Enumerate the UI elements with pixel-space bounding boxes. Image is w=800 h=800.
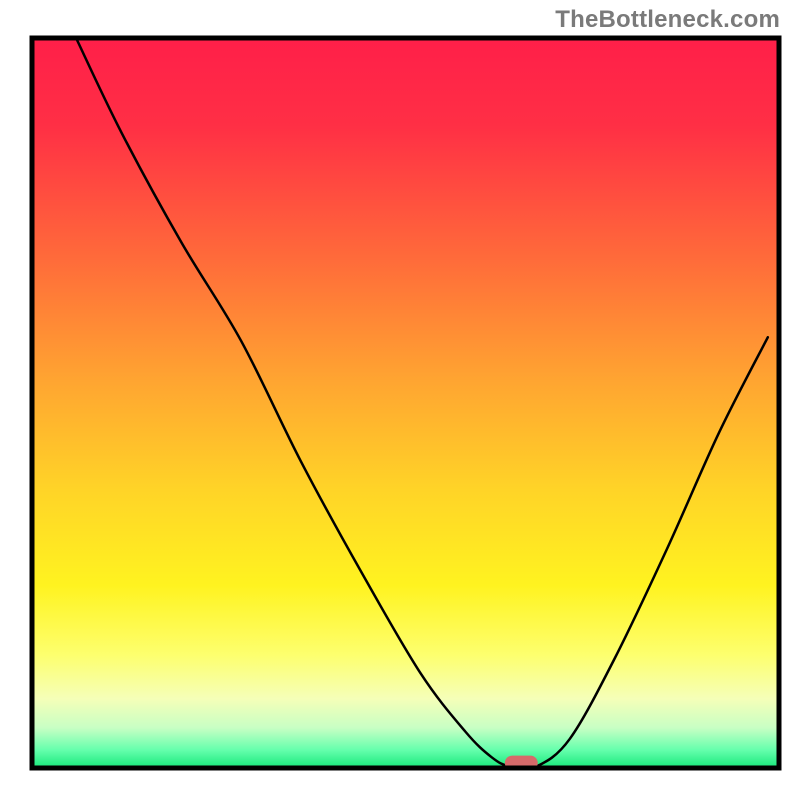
gradient-background	[32, 38, 779, 768]
watermark-text: TheBottleneck.com	[555, 6, 780, 34]
bottleneck-chart	[0, 0, 800, 800]
chart-container: TheBottleneck.com	[0, 0, 800, 800]
